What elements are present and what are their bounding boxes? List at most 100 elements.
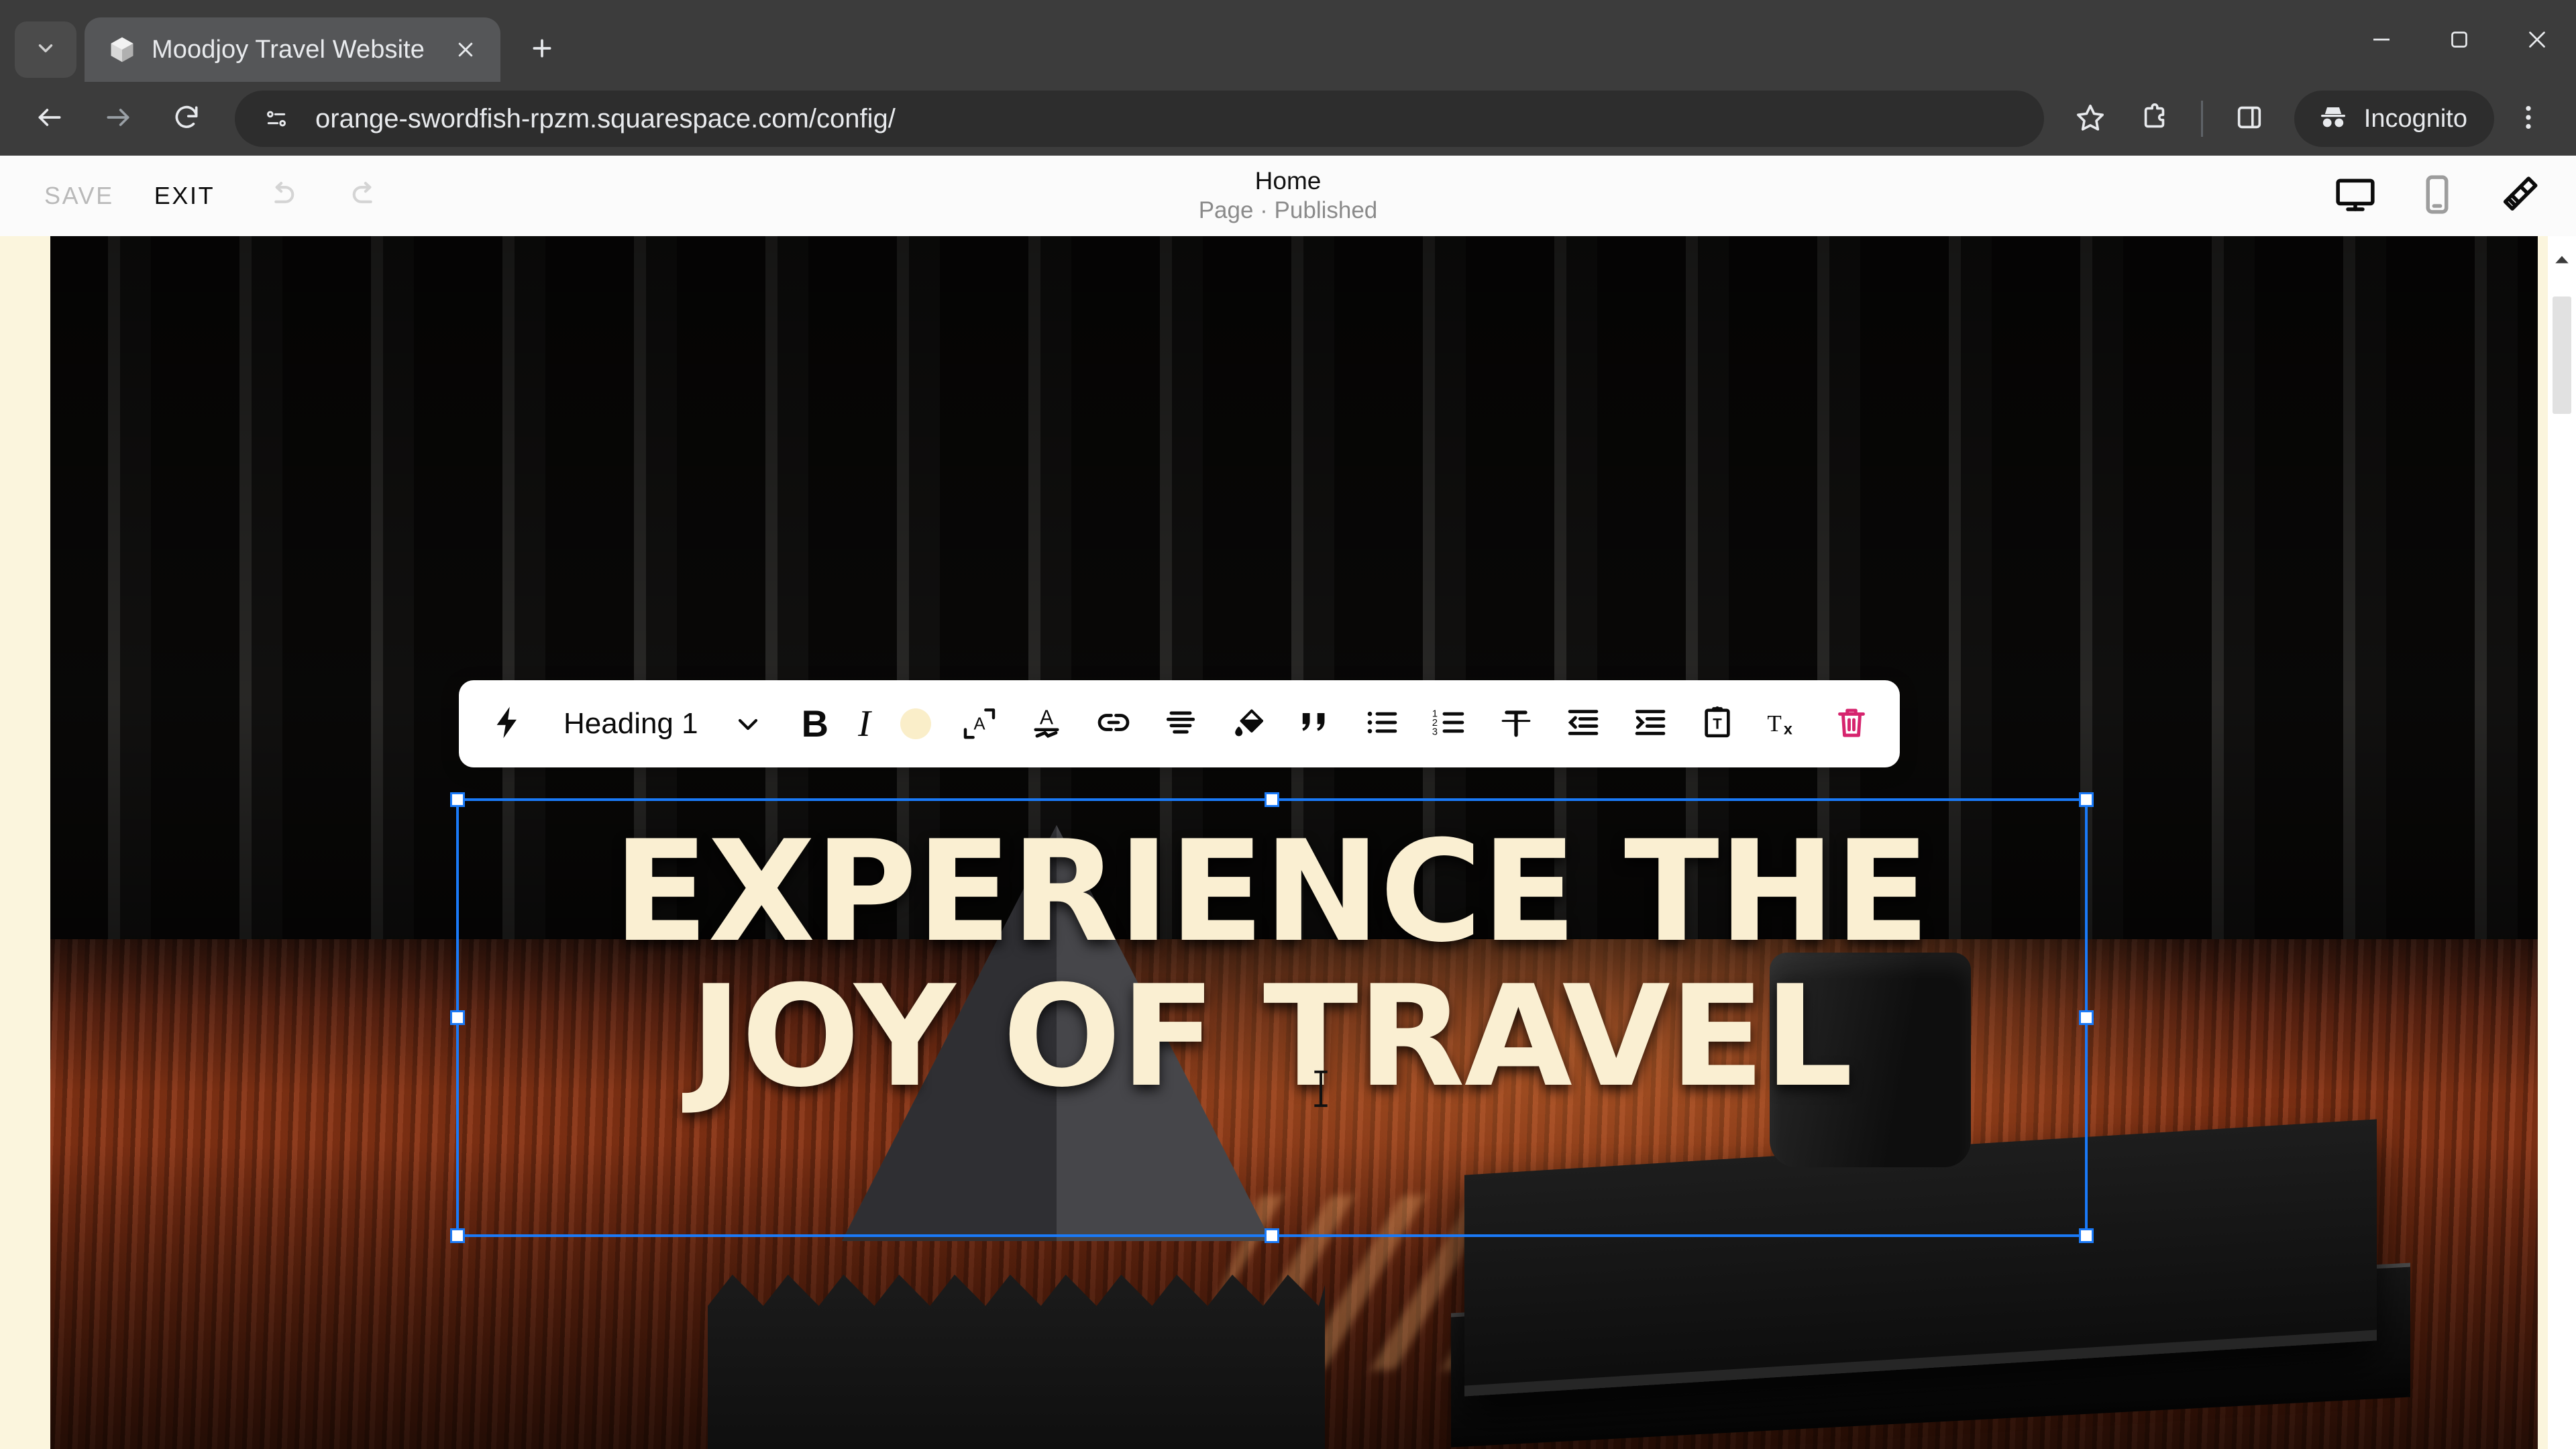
desktop-view-button[interactable] [2329,170,2381,222]
resize-handle-top-center[interactable] [1265,792,1279,807]
page-title[interactable]: Home [1255,168,1322,195]
clear-formatting-button[interactable]: Tx [1751,680,1818,767]
browser-toolbar: orange-swordfish-rpzm.squarespace.com/co… [0,82,2576,156]
block-selection-box[interactable] [450,792,2094,1243]
svg-text:T: T [1767,710,1781,737]
indent-icon [1631,704,1669,745]
window-controls [2343,0,2576,82]
new-tab-button[interactable] [515,23,569,76]
reload-icon [172,103,201,136]
mobile-view-button[interactable] [2411,170,2463,222]
page-scrollbar[interactable] [2548,236,2576,1449]
scroll-up-arrow-icon[interactable] [2548,251,2576,268]
minimize-button[interactable] [2343,0,2420,82]
font-size-icon: A [961,704,998,745]
chevron-down-icon[interactable] [716,708,787,740]
forward-arrow-icon [103,103,133,136]
italic-button[interactable]: I [843,680,885,767]
back-arrow-icon [35,103,64,136]
paste-as-text-button[interactable]: T [1684,680,1751,767]
redo-arrow-icon [347,177,382,215]
resize-handle-bottom-left[interactable] [450,1228,465,1243]
paragraph-style-dropdown[interactable]: Heading 1 [541,707,787,741]
outdent-button[interactable] [1550,680,1617,767]
bulleted-list-button[interactable] [1348,680,1415,767]
bold-button[interactable]: B [787,680,843,767]
link-button[interactable] [1080,680,1147,767]
squarespace-editor-bar: SAVE EXIT Home Page · Published [0,156,2576,236]
clipboard-text-icon: T [1699,704,1736,745]
back-button[interactable] [17,87,82,151]
maximize-icon [2447,28,2471,55]
cube-icon [107,35,137,64]
reload-button[interactable] [154,87,219,151]
editor-bar-left: SAVE EXIT [0,164,397,228]
paintbrush-icon [2497,172,2541,220]
clear-formatting-icon: Tx [1766,704,1803,745]
quote-icon [1296,704,1334,745]
resize-handle-middle-left[interactable] [450,1010,465,1025]
paint-bucket-icon [1229,704,1267,745]
redo-button[interactable] [333,164,397,228]
lightning-bolt-icon [488,704,526,745]
align-center-icon [1162,704,1199,745]
editor-bar-right [2329,170,2576,222]
three-dot-menu-icon [2513,102,2544,136]
indent-button[interactable] [1617,680,1684,767]
browser-tab[interactable]: Moodjoy Travel Website [85,17,500,82]
text-color-button[interactable] [885,680,946,767]
page-info-icon[interactable] [255,97,298,140]
undo-button[interactable] [250,164,314,228]
svg-text:3: 3 [1432,726,1438,737]
extensions-puzzle-icon [2139,102,2170,136]
blockquote-button[interactable] [1281,680,1348,767]
chrome-menu-button[interactable] [2498,89,2559,149]
tab-search-button[interactable] [15,21,76,78]
font-size-button[interactable]: A [946,680,1013,767]
close-window-button[interactable] [2498,0,2576,82]
forward-button[interactable] [86,87,150,151]
close-icon [2525,28,2549,55]
italic-icon: I [858,703,871,745]
resize-handle-bottom-right[interactable] [2079,1228,2094,1243]
mobile-phone-icon [2415,172,2459,220]
undo-arrow-icon [264,177,299,215]
side-panel-icon [2234,102,2265,136]
close-icon[interactable] [445,30,486,70]
resize-handle-top-right[interactable] [2079,792,2094,807]
bookmark-button[interactable] [2060,89,2121,149]
address-bar[interactable]: orange-swordfish-rpzm.squarespace.com/co… [235,91,2044,147]
minimize-icon [2369,28,2394,55]
paragraph-style-label: Heading 1 [564,707,698,740]
numbered-list-button[interactable]: 1 2 3 [1415,680,1483,767]
tab-title: Moodjoy Travel Website [152,35,425,64]
delete-block-button[interactable] [1818,680,1885,767]
shortcuts-button[interactable] [474,680,541,767]
extensions-button[interactable] [2125,89,2185,149]
svg-text:x: x [1784,720,1792,737]
text-style-button[interactable]: A [1013,680,1080,767]
url-text: orange-swordfish-rpzm.squarespace.com/co… [315,103,896,133]
toolbar-divider [2200,101,2203,137]
resize-handle-bottom-center[interactable] [1265,1228,1279,1243]
numbered-list-icon: 1 2 3 [1430,704,1468,745]
save-button[interactable]: SAVE [28,170,130,222]
maximize-button[interactable] [2420,0,2498,82]
chevron-down-icon [34,37,57,63]
horizontal-rule-button[interactable] [1483,680,1550,767]
scrollbar-thumb[interactable] [2553,297,2571,414]
exit-button[interactable]: EXIT [138,170,231,222]
bulleted-list-icon [1363,704,1401,745]
align-button[interactable] [1147,680,1214,767]
highlight-button[interactable] [1214,680,1281,767]
site-styles-button[interactable] [2493,170,2545,222]
horizontal-rule-icon [1497,704,1535,745]
resize-handle-top-left[interactable] [450,792,465,807]
side-panel-button[interactable] [2219,89,2279,149]
incognito-indicator[interactable]: Incognito [2294,91,2494,147]
outdent-icon [1564,704,1602,745]
resize-handle-middle-right[interactable] [2079,1010,2094,1025]
trash-icon [1833,704,1870,745]
text-underline-squiggle-icon: A [1028,704,1065,745]
desktop-monitor-icon [2333,172,2377,220]
